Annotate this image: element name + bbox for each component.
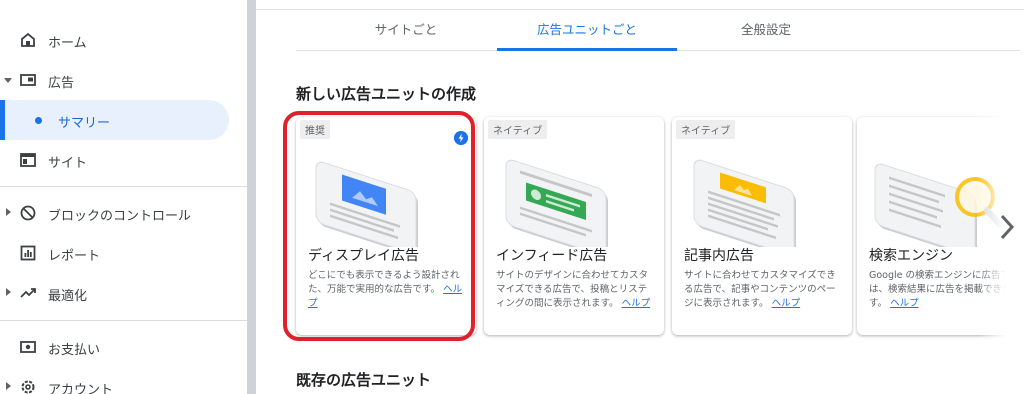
sidebar-item-label: 最適化 — [48, 289, 88, 304]
bullet-icon — [35, 117, 42, 124]
sidebar-item-ads[interactable]: 広告 — [0, 60, 247, 100]
card-description: サイトに合わせてカスタマイズできる広告で、記事やコンテンツのページに表示されます… — [684, 269, 844, 311]
payments-icon — [20, 341, 36, 353]
sidebar-item-label: レポート — [48, 249, 101, 264]
highlight-annotation — [283, 111, 475, 341]
sidebar-item-payments[interactable]: お支払い — [0, 327, 247, 367]
sidebar-item-label: ホーム — [48, 36, 87, 51]
native-badge: ネイティブ — [488, 120, 548, 139]
tab-label: 全般設定 — [740, 22, 791, 37]
sidebar-item-account[interactable]: アカウント — [0, 367, 247, 394]
help-link[interactable]: ヘルプ — [622, 298, 651, 309]
card-title: 記事内広告 — [684, 248, 754, 264]
sidebar-item-summary[interactable]: サマリー — [0, 100, 229, 140]
trending-up-icon — [20, 288, 36, 298]
inarticle-ad-illustration — [693, 159, 796, 247]
web-icon — [20, 153, 36, 167]
help-link[interactable]: ヘルプ — [890, 298, 919, 309]
chevron-down-icon[interactable] — [4, 78, 12, 83]
infeed-ad-illustration — [505, 159, 608, 247]
tab-general-settings[interactable]: 全般設定 — [696, 10, 836, 50]
chevron-right-icon[interactable] — [996, 212, 1018, 242]
sidebar-item-label: 広告 — [48, 76, 75, 91]
sidebar: ホーム 広告 サマリー サイト ブロックのコントロール レポート 最適化 お支払… — [0, 0, 247, 394]
sidebar-scrollbar[interactable] — [247, 0, 256, 394]
card-title: インフィード広告 — [496, 248, 608, 264]
tab-by-ad-unit[interactable]: 広告ユニットごと — [497, 10, 677, 51]
section-title-existing-ad-units: 既存の広告ユニット — [296, 371, 432, 389]
sidebar-item-optimization[interactable]: 最適化 — [0, 273, 247, 313]
sidebar-item-blocking-controls[interactable]: ブロックのコントロール — [0, 193, 247, 233]
sidebar-item-home[interactable]: ホーム — [0, 20, 247, 60]
sidebar-item-label: サイト — [48, 156, 88, 171]
chevron-right-icon[interactable] — [6, 288, 11, 296]
sidebar-item-sites[interactable]: サイト — [0, 140, 247, 180]
sidebar-divider — [0, 186, 247, 187]
ad-units-icon — [20, 74, 36, 86]
tab-by-site[interactable]: サイトごと — [336, 10, 476, 50]
report-icon — [20, 245, 36, 261]
sidebar-item-label: ブロックのコントロール — [48, 209, 192, 224]
tab-label: 広告ユニットごと — [536, 22, 637, 37]
sidebar-item-label: お支払い — [48, 343, 101, 358]
help-link[interactable]: ヘルプ — [772, 298, 801, 309]
sidebar-divider — [0, 320, 247, 321]
tab-label: サイトごと — [374, 22, 438, 37]
chevron-right-icon[interactable] — [6, 382, 11, 390]
tab-active-indicator — [497, 48, 677, 51]
home-icon — [21, 32, 35, 47]
card-infeed-ads[interactable]: ネイティブ インフィード広告 サイトのデザインに合わせてカスタマイズできる広告で… — [484, 117, 664, 335]
section-title-new-ad-unit: 新しい広告ユニットの作成 — [296, 85, 477, 103]
active-indicator — [0, 100, 5, 140]
card-inarticle-ads[interactable]: ネイティブ 記事内広告 サイトに合わせてカスタマイズできる広告で、記事やコンテン… — [672, 117, 852, 335]
settings-icon — [21, 380, 35, 394]
sidebar-item-reports[interactable]: レポート — [0, 233, 247, 273]
block-icon — [20, 205, 36, 221]
card-description: サイトのデザインに合わせてカスタマイズできる広告で、投稿とリスティングの間に表示… — [496, 269, 656, 311]
tab-bar: サイトごと 広告ユニットごと 全般設定 — [296, 10, 1020, 51]
native-badge: ネイティブ — [676, 120, 736, 139]
chevron-right-icon[interactable] — [6, 208, 11, 216]
sidebar-item-label: アカウント — [48, 383, 114, 394]
sidebar-item-label: サマリー — [58, 116, 111, 131]
card-title: 検索エンジン — [869, 248, 953, 264]
card-description-text: サイトに合わせてカスタマイズできる広告で、記事やコンテンツのページに表示されます… — [684, 270, 836, 309]
